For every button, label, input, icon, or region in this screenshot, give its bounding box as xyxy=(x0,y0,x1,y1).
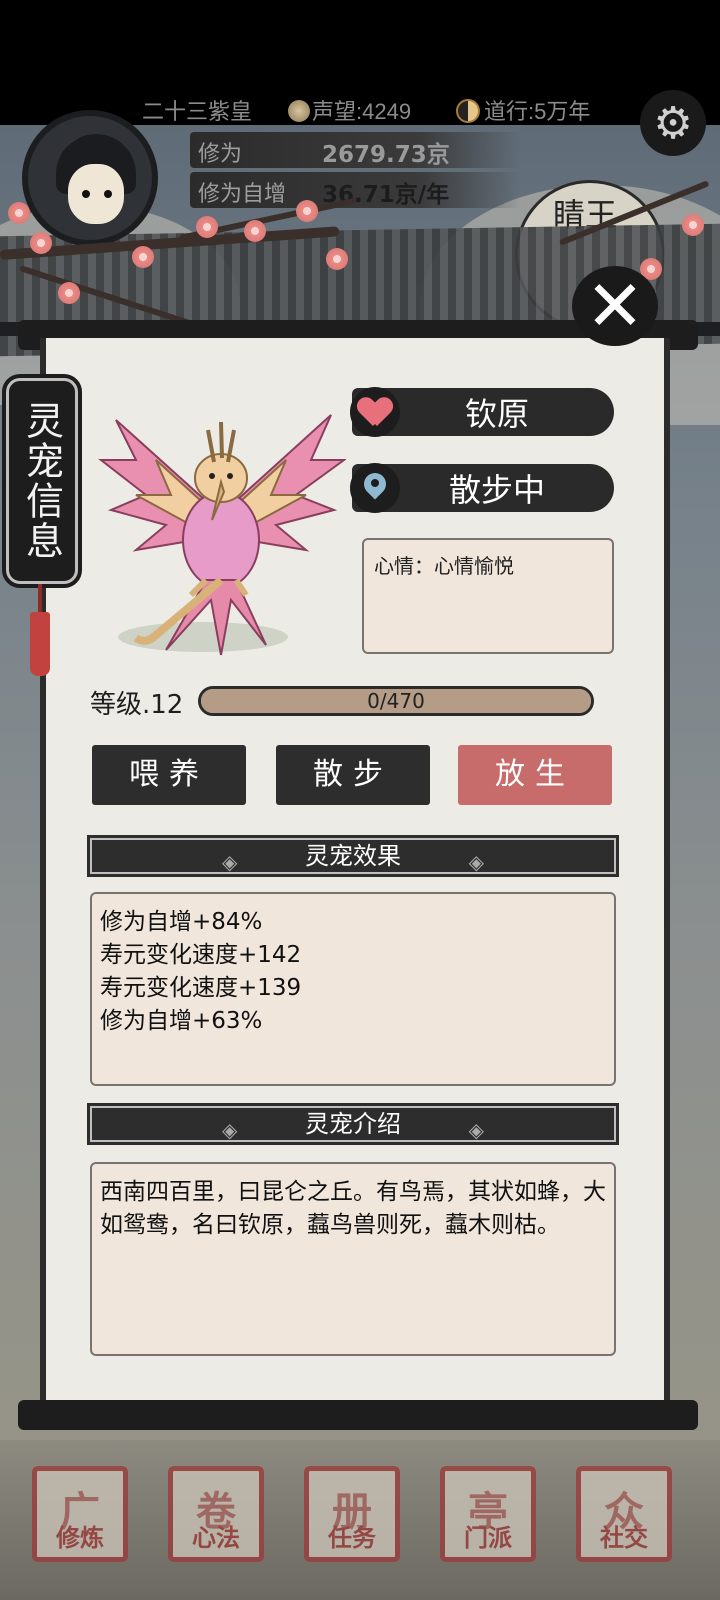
pet-info-tag-text: 灵宠信息 xyxy=(19,401,64,561)
blossom xyxy=(296,200,318,222)
blossom xyxy=(244,220,266,242)
exp-progress-text: 0/470 xyxy=(367,689,425,713)
daoxing: 道行:5万年 xyxy=(456,94,590,126)
location-pin-icon xyxy=(350,463,400,513)
avatar-eye xyxy=(82,190,90,198)
blossom xyxy=(196,216,218,238)
nav-cultivate-button[interactable]: 广 修炼 xyxy=(32,1466,128,1562)
release-button[interactable]: 放生 xyxy=(458,745,612,805)
tassel xyxy=(30,612,50,676)
effect-line: 修为自增+84% xyxy=(100,909,263,935)
close-icon: ✕ xyxy=(585,265,645,347)
level-label: 等级.12 xyxy=(90,690,184,720)
intro-box: 西南四百里，曰昆仑之丘。有鸟焉，其状如蜂，大如鸳鸯，名曰钦原，蠚鸟兽则死，蠚木则… xyxy=(90,1162,616,1356)
avatar-face xyxy=(68,164,124,224)
nav-task-button[interactable]: 册 任务 xyxy=(304,1466,400,1562)
nav-social-button[interactable]: 众 社交 xyxy=(576,1466,672,1562)
blossom xyxy=(326,248,348,270)
effects-title: 灵宠效果 xyxy=(305,842,401,870)
cultivation-row: 修为 2679.73京 xyxy=(190,132,520,168)
coin-icon xyxy=(288,100,310,122)
cultivation-label: 修为 xyxy=(198,142,243,167)
effect-line: 修为自增+63% xyxy=(100,1008,263,1034)
pet-name: 钦原 xyxy=(464,395,529,433)
pet-name-banner: 钦原 xyxy=(350,387,614,437)
scroll-bottom-rod xyxy=(18,1400,698,1430)
tassel-cord xyxy=(38,584,42,614)
scroll-icon: 卷 xyxy=(196,1489,236,1535)
intro-title: 灵宠介绍 xyxy=(305,1110,401,1138)
blossom xyxy=(8,202,30,224)
growth-label: 修为自增 xyxy=(198,182,287,207)
nav-method-button[interactable]: 卷 心法 xyxy=(168,1466,264,1562)
walk-button[interactable]: 散步 xyxy=(276,745,430,805)
blossom xyxy=(30,232,52,254)
diamond-ornament-icon: ◈ xyxy=(222,850,238,874)
social-icon: 众 xyxy=(604,1489,644,1535)
avatar[interactable] xyxy=(22,110,158,246)
settings-gear-icon[interactable]: ⚙ xyxy=(640,90,706,156)
effect-line: 寿元变化速度+139 xyxy=(100,975,302,1001)
rank-text: 二十三紫皇 xyxy=(142,99,253,124)
cultivation-value: 2679.73京 xyxy=(322,142,450,168)
pet-info-tag: 灵宠信息 xyxy=(2,374,82,588)
intro-text: 西南四百里，曰昆仑之丘。有鸟焉，其状如蜂，大如鸳鸯，名曰钦原，蠚鸟兽则死，蠚木则… xyxy=(100,1179,606,1238)
close-button[interactable]: ✕ xyxy=(572,266,658,346)
cultivate-icon: 广 xyxy=(60,1489,100,1535)
blossom xyxy=(682,214,704,236)
reputation: 声望:4249 xyxy=(288,94,411,126)
blossom xyxy=(58,282,80,304)
intro-header: ◈ 灵宠介绍 ◈ xyxy=(87,1103,619,1145)
sect-icon: 亭 xyxy=(468,1489,508,1535)
pet-status: 散步中 xyxy=(448,471,545,509)
task-icon: 册 xyxy=(332,1489,372,1535)
effects-header: ◈ 灵宠效果 ◈ xyxy=(87,835,619,877)
diamond-ornament-icon: ◈ xyxy=(468,1118,484,1142)
pet-status-banner: 散步中 xyxy=(350,463,614,513)
diamond-ornament-icon: ◈ xyxy=(468,850,484,874)
pet-bird-image xyxy=(98,414,346,656)
effects-box: 修为自增+84% 寿元变化速度+142 寿元变化速度+139 修为自增+63% xyxy=(90,892,616,1086)
reputation-text: 声望:4249 xyxy=(312,99,412,124)
blossom xyxy=(132,246,154,268)
yin-yang-icon xyxy=(456,99,480,123)
bottom-navigation: 广 修炼 卷 心法 册 任务 亭 门派 众 社交 xyxy=(0,1440,720,1600)
heart-icon xyxy=(350,387,400,437)
feed-button[interactable]: 喂养 xyxy=(92,745,246,805)
mood-box: 心情：心情愉悦 xyxy=(362,538,614,654)
nav-sect-button[interactable]: 亭 门派 xyxy=(440,1466,536,1562)
effect-line: 寿元变化速度+142 xyxy=(100,942,302,968)
exp-progress-bar: 0/470 xyxy=(198,686,594,716)
diamond-ornament-icon: ◈ xyxy=(222,1118,238,1142)
avatar-eye xyxy=(104,190,112,198)
daoxing-text: 道行:5万年 xyxy=(484,99,591,124)
